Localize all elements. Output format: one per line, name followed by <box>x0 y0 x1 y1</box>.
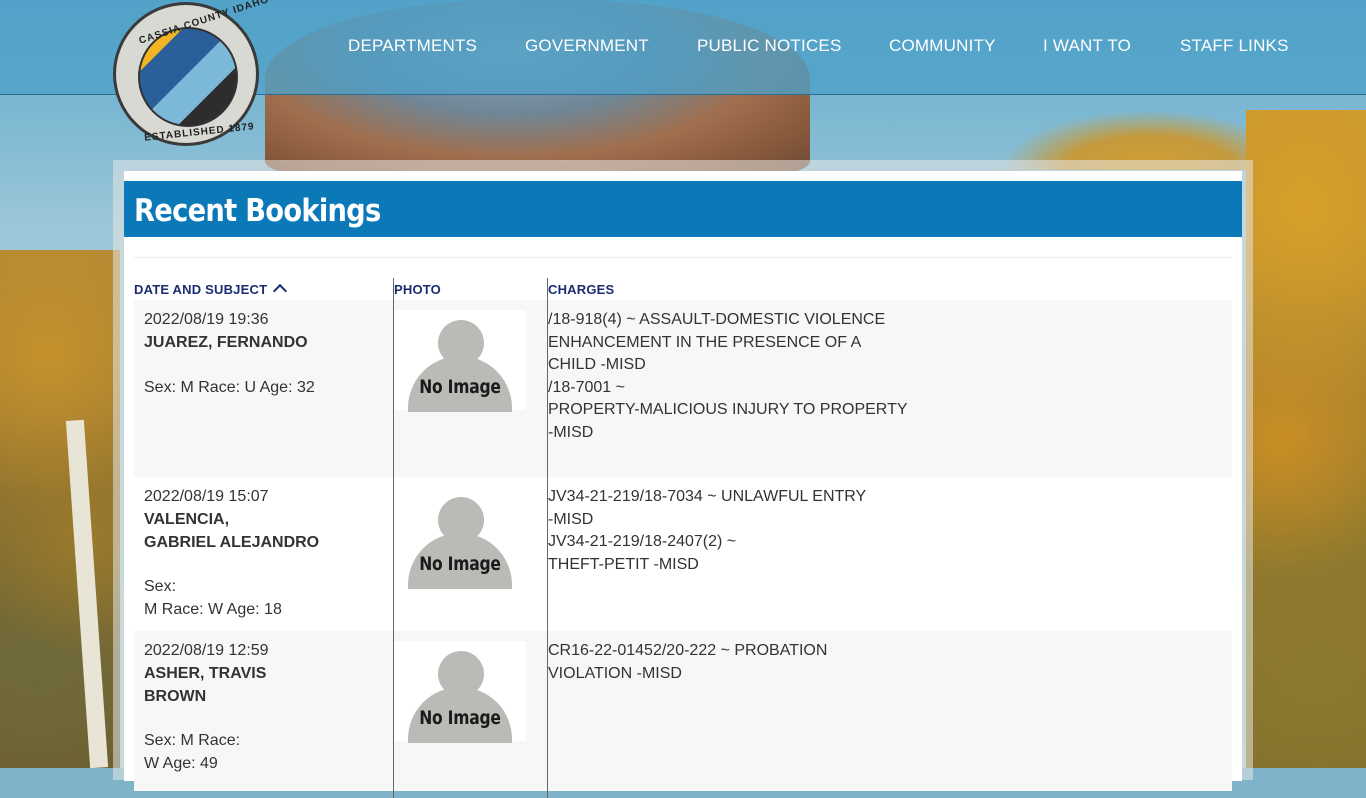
subject-name: VALENCIA, GABRIEL ALEJANDRO <box>144 509 319 554</box>
column-divider <box>547 278 548 798</box>
page-title: Recent Bookings <box>134 193 381 229</box>
nav-departments[interactable]: DEPARTMENTS <box>348 36 477 56</box>
charges-list: CR16-22-01452/20-222 ~ PROBATION VIOLATI… <box>548 640 827 685</box>
subject-photo[interactable]: No Image <box>394 487 526 589</box>
divider <box>134 257 1232 258</box>
demographics-line: Sex: M Race: <box>144 732 241 749</box>
column-header-charges[interactable]: CHARGES <box>548 282 614 297</box>
subject-photo[interactable]: No Image <box>394 641 526 743</box>
subject-demographics: Sex: M Race: W Age: 18 <box>144 576 282 621</box>
charge-line: PROPERTY-MALICIOUS INJURY TO PROPERTY <box>548 401 908 418</box>
subject-name: JUAREZ, FERNANDO <box>144 334 308 351</box>
booking-datetime: 2022/08/19 15:07 <box>144 488 269 505</box>
subject-name-line: BROWN <box>144 687 207 705</box>
nav-public-notices[interactable]: PUBLIC NOTICES <box>697 36 842 56</box>
subject-name-line: GABRIEL ALEJANDRO <box>144 533 320 551</box>
subject-name: ASHER, TRAVIS BROWN <box>144 663 266 708</box>
nav-i-want-to[interactable]: I WANT TO <box>1043 36 1131 56</box>
nav-staff-links[interactable]: STAFF LINKS <box>1180 36 1289 56</box>
content-panel: Recent Bookings DATE AND SUBJECT PHOTO C… <box>124 171 1242 798</box>
subject-name-line: VALENCIA, <box>144 511 230 528</box>
column-header-photo[interactable]: PHOTO <box>394 282 441 297</box>
charge-line: VIOLATION -MISD <box>548 664 682 682</box>
no-image-label: No Image <box>419 376 501 398</box>
nav-community[interactable]: COMMUNITY <box>889 36 996 56</box>
charge-line: JV34-21-219/18-2407(2) ~ <box>548 533 737 550</box>
column-divider <box>393 278 394 798</box>
title-bar: Recent Bookings <box>124 181 1242 237</box>
subject-demographics: Sex: M Race: W Age: 49 <box>144 730 240 775</box>
subject-name-line: ASHER, TRAVIS <box>144 665 267 682</box>
charges-list: JV34-21-219/18-7034 ~ UNLAWFUL ENTRY -MI… <box>548 486 866 576</box>
charge-line: ENHANCEMENT IN THE PRESENCE OF A <box>548 333 862 351</box>
charge-line: -MISD <box>548 423 594 441</box>
charge-line: THEFT-PETIT -MISD <box>548 555 699 573</box>
chevron-up-icon <box>273 283 288 299</box>
no-image-label: No Image <box>419 707 501 729</box>
charge-line: -MISD <box>548 510 594 528</box>
no-image-label: No Image <box>419 553 501 575</box>
booking-datetime: 2022/08/19 12:59 <box>144 642 269 659</box>
demographics-line: Sex: <box>144 578 177 595</box>
charge-line: /18-918(4) ~ ASSAULT-DOMESTIC VIOLENCE <box>548 311 886 328</box>
charge-line: JV34-21-219/18-7034 ~ UNLAWFUL ENTRY <box>548 488 867 505</box>
charges-list: /18-918(4) ~ ASSAULT-DOMESTIC VIOLENCE E… <box>548 309 908 444</box>
charge-line: /18-7001 ~ <box>548 378 625 396</box>
demographics-line: M Race: W Age: 18 <box>144 600 282 618</box>
county-seal-logo[interactable]: CASSIA COUNTY IDAHO ESTABLISHED 1879 <box>113 0 271 146</box>
charge-line: CHILD -MISD <box>548 356 646 373</box>
column-header-date-subject-label: DATE AND SUBJECT <box>134 282 268 297</box>
demographics-line: W Age: 49 <box>144 754 218 772</box>
column-header-date-subject[interactable]: DATE AND SUBJECT <box>134 282 288 299</box>
subject-photo[interactable]: No Image <box>394 310 526 412</box>
nav-government[interactable]: GOVERNMENT <box>525 36 649 56</box>
charge-line: CR16-22-01452/20-222 ~ PROBATION <box>548 642 828 659</box>
booking-datetime: 2022/08/19 19:36 <box>144 311 269 328</box>
subject-demographics: Sex: M Race: U Age: 32 <box>144 379 315 396</box>
tree-right <box>1246 110 1366 768</box>
